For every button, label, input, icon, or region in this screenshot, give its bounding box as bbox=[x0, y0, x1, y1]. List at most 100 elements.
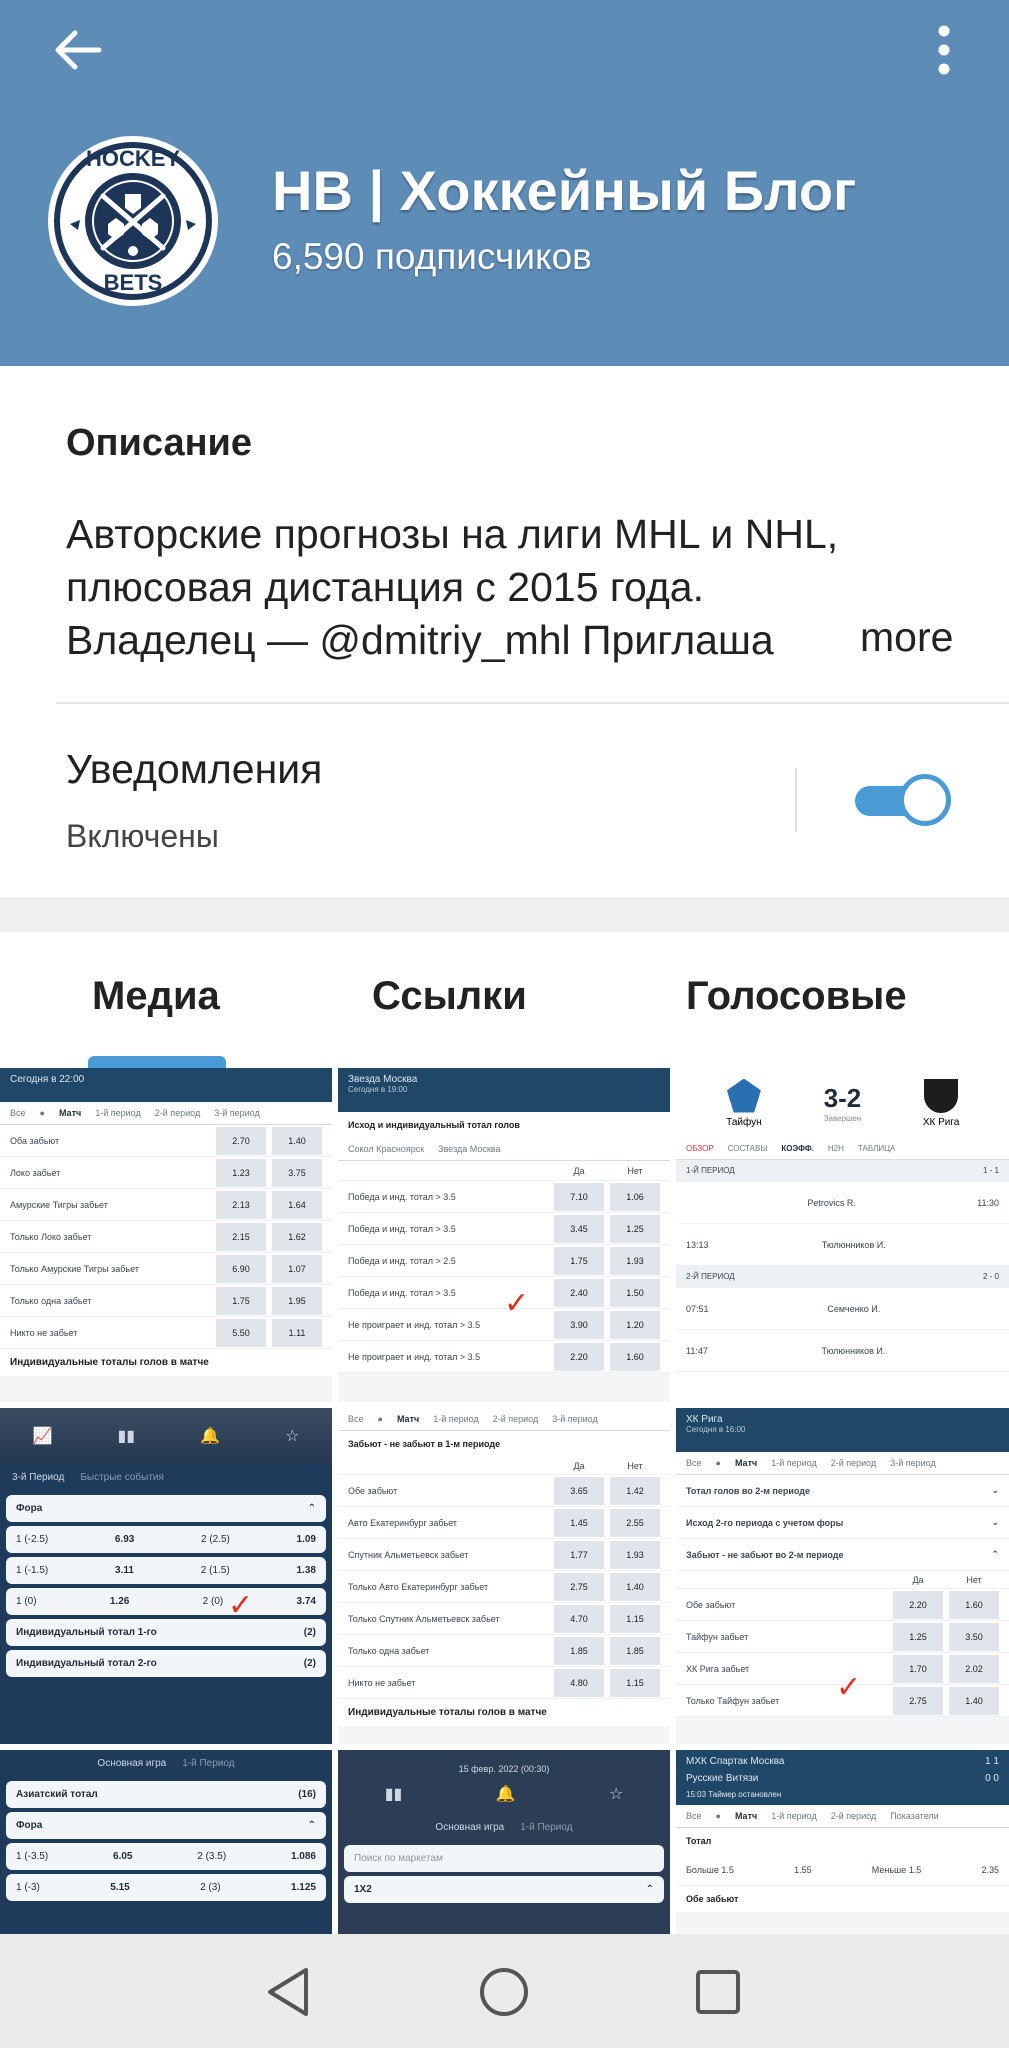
media-thumbnail[interactable]: Тайфун 3-2 Завершен ХК Рига ОБЗОР СОСТАВ… bbox=[676, 1068, 1009, 1402]
thumb-header-sub: Сегодня в 16:00 bbox=[686, 1425, 746, 1434]
market-title: Забьют - не забьют во 2-м периоде bbox=[686, 1549, 844, 1560]
odds-value: 2.40 bbox=[554, 1278, 604, 1307]
period-tab: Основная игра bbox=[435, 1822, 505, 1833]
team-name: Русские Витязи bbox=[686, 1773, 759, 1784]
odds-row: Больше 1.5 1.55 Меньше 1.5 2.35 bbox=[676, 1854, 1009, 1886]
thumb-subtab: Матч bbox=[396, 1414, 420, 1424]
odds-label: Больше 1.5 bbox=[686, 1864, 734, 1875]
odds-value: 1.25 bbox=[893, 1622, 943, 1651]
odds-row: Тайфун забьет 1.25 3.50 bbox=[676, 1621, 1009, 1653]
notifications-title[interactable]: Уведомления bbox=[66, 746, 322, 793]
thumb-header-title: Звезда Москва bbox=[348, 1074, 418, 1085]
thumb-caption: Индивидуальные тоталы голов в матче bbox=[338, 1699, 670, 1726]
market-title: Фора bbox=[16, 1820, 43, 1831]
odds-value: 2.75 bbox=[893, 1686, 943, 1715]
media-thumbnail[interactable]: Основная игра 1-й Период Азиатский тотал (… bbox=[0, 1750, 332, 1934]
odds-row: Только одна забьет 1.75 1.95 bbox=[0, 1285, 332, 1317]
odds-value: 2.20 bbox=[893, 1590, 943, 1619]
team-score: 1 1 bbox=[985, 1756, 999, 1767]
odds-value: 6.90 bbox=[216, 1254, 266, 1283]
team-name: ХК Рига bbox=[922, 1116, 960, 1128]
description-line: плюсовая дистанция с 2015 года. bbox=[66, 564, 704, 610]
tab-links[interactable]: Ссылки bbox=[372, 974, 527, 1019]
odds-value: 6.05 bbox=[113, 1851, 133, 1862]
market-title: Индивидуальный тотал 1-го bbox=[16, 1627, 157, 1638]
odds-label: Победа и инд. тотал > 3.5 bbox=[348, 1223, 456, 1234]
toggle-thumb bbox=[899, 774, 951, 826]
media-thumbnail[interactable]: МХК Спартак Москва 1 1 Русские Витязи 0 0 … bbox=[676, 1750, 1009, 1934]
description-more-link[interactable]: more bbox=[820, 614, 954, 661]
thumb-subtab: 3-й период bbox=[890, 1458, 936, 1468]
odds-label: 1 (-3) bbox=[16, 1882, 40, 1893]
checkmark-icon: ✓ bbox=[504, 1287, 530, 1320]
odds-row: Спутник Альметьевск забьет 1.77 1.93 bbox=[338, 1539, 670, 1571]
odds-label: Локо забьет bbox=[10, 1167, 61, 1178]
media-thumbnail[interactable]: Все ● Матч 1-й период 2-й период 3-й пер… bbox=[338, 1408, 670, 1744]
thumb-subtab: 2-й период bbox=[154, 1108, 201, 1118]
thumb-subtab: Все bbox=[10, 1108, 26, 1118]
media-thumbnail[interactable]: Сегодня в 22:00 Все ● Матч 1-й период 2-… bbox=[0, 1068, 332, 1402]
media-thumbnail[interactable]: 📈 ▮▮ 🔔 ☆ 3-й Период Быстрые события Фора ⌃ 1 … bbox=[0, 1408, 332, 1744]
odds-row: Только Авто Екатеринбург забьет 2.75 1.40 bbox=[338, 1571, 670, 1603]
back-button[interactable] bbox=[40, 12, 116, 88]
star-icon: ☆ bbox=[608, 1786, 624, 1803]
media-thumbnail[interactable]: ХК Рига Сегодня в 16:00 Все ● Матч 1-й п… bbox=[676, 1408, 1009, 1744]
odds-value: 1.23 bbox=[216, 1158, 266, 1187]
thumb-header-title: ХК Рига bbox=[686, 1414, 723, 1425]
period-tab: 1-й Период bbox=[182, 1758, 235, 1769]
odds-value: 2.15 bbox=[216, 1222, 266, 1251]
odds-value: 3.11 bbox=[115, 1565, 134, 1576]
market-search: Поиск по маркетам bbox=[344, 1845, 664, 1872]
more-options-button[interactable] bbox=[916, 12, 972, 88]
odds-value: 2.20 bbox=[554, 1342, 604, 1371]
thumb-subtab: 3-й период bbox=[214, 1108, 260, 1118]
team-block: ХК Рига bbox=[901, 1078, 981, 1128]
period-tabs: 3-й Период Быстрые события bbox=[0, 1464, 332, 1491]
odds-value: 4.70 bbox=[554, 1604, 604, 1633]
market-section: Забьют - не забьют во 2-м периоде ⌃ bbox=[676, 1539, 1009, 1571]
thumb-subtab: 1-й период bbox=[95, 1108, 141, 1118]
market-count: (2) bbox=[303, 1627, 316, 1638]
odds-value: 1.42 bbox=[610, 1476, 660, 1505]
market-section: 1X2 ⌃ bbox=[344, 1876, 664, 1903]
odds-label: 2 (1.5) bbox=[200, 1565, 230, 1576]
thumb-subtab: ТАБЛИЦА bbox=[857, 1144, 896, 1153]
event-time: 11:30 bbox=[977, 1197, 999, 1208]
thumb-subtab: Все bbox=[686, 1458, 702, 1468]
odds-value: 1.85 bbox=[610, 1636, 660, 1665]
divider bbox=[795, 768, 797, 832]
odds-value: 3.90 bbox=[554, 1310, 604, 1339]
period-row: 2-Й ПЕРИОД 2 - 0 bbox=[676, 1266, 1009, 1288]
odds-row: Только Амурские Тигры забьет 6.90 1.07 bbox=[0, 1253, 332, 1285]
odds-value: 1.93 bbox=[610, 1246, 660, 1275]
period-score: 1 - 1 bbox=[982, 1166, 999, 1175]
odds-row: Амурские Тигры забьет 2.13 1.64 bbox=[0, 1189, 332, 1221]
team-name: Тайфун bbox=[726, 1116, 762, 1128]
nav-back-button[interactable] bbox=[246, 1954, 330, 2030]
odds-label: Только Локо забьет bbox=[10, 1231, 92, 1242]
tab-voice[interactable]: Голосовые bbox=[686, 974, 907, 1019]
odds-label: Меньше 1.5 bbox=[871, 1864, 922, 1875]
odds-row: Авто Екатеринбург забьет 1.45 2.55 bbox=[338, 1507, 670, 1539]
event-player: Семченко И. bbox=[827, 1303, 881, 1314]
channel-avatar[interactable]: HOCKEY BETS bbox=[48, 136, 218, 306]
tab-media[interactable]: Медиа bbox=[92, 974, 220, 1019]
odds-value: 1.75 bbox=[216, 1286, 266, 1315]
media-thumbnail[interactable]: Звезда Москва Сегодня в 19:00 Исход и ин… bbox=[338, 1068, 670, 1402]
notifications-toggle[interactable] bbox=[855, 774, 951, 826]
odds-row: Победа и инд. тотал > 3.5 7.10 1.06 bbox=[338, 1181, 670, 1213]
nav-recents-button[interactable] bbox=[676, 1954, 760, 2030]
media-thumbnail[interactable]: 15 февр. 2022 (00:30) ▮▮ 🔔 ☆ Основная игра… bbox=[338, 1750, 670, 1934]
event-player: Тюлюнников И. bbox=[821, 1345, 886, 1356]
thumb-team: Звезда Москва bbox=[438, 1144, 501, 1154]
thumb-header: МХК Спартак Москва 1 1 Русские Витязи 0 0 … bbox=[676, 1750, 1009, 1805]
thumb-subtabs: Все ● Матч 1-й период 2-й период 3-й пер… bbox=[0, 1102, 332, 1125]
period-score: 2 - 0 bbox=[982, 1272, 999, 1281]
odds-label: Только одна забьет bbox=[348, 1645, 430, 1656]
odds-header-row: Да Нет bbox=[676, 1571, 1009, 1589]
nav-home-button[interactable] bbox=[462, 1954, 546, 2030]
team-name: МХК Спартак Москва bbox=[686, 1756, 785, 1767]
period-tabs: Основная игра 1-й Период bbox=[0, 1750, 332, 1777]
hockey-bets-logo-icon: HOCKEY BETS bbox=[51, 139, 215, 303]
odds-label: Никто не забьет bbox=[10, 1327, 78, 1338]
